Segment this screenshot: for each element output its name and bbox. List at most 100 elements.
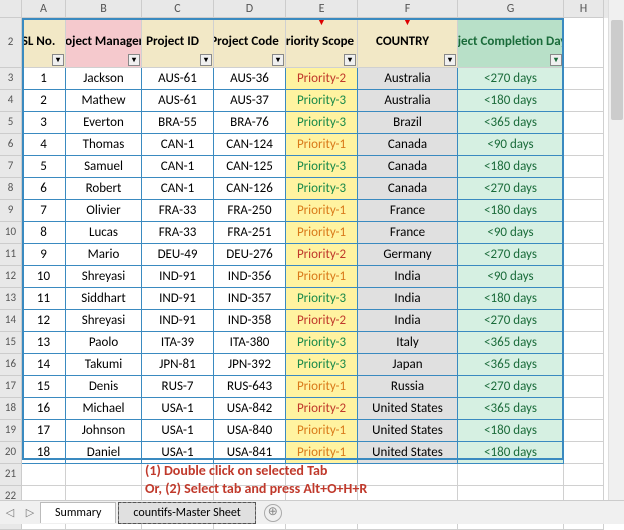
cell-sl[interactable]: 3: [22, 112, 66, 134]
cell-pcode[interactable]: CAN-126: [214, 178, 286, 200]
header-sl[interactable]: SL No.▾: [22, 18, 66, 68]
row-label-2[interactable]: 2: [0, 18, 22, 68]
cell-priority[interactable]: Priority-3: [286, 288, 358, 310]
cell-days[interactable]: <365 days: [458, 332, 564, 354]
cell-priority[interactable]: Priority-2: [286, 398, 358, 420]
cell-priority[interactable]: Priority-3: [286, 156, 358, 178]
cell-country[interactable]: France: [358, 200, 458, 222]
cell-days[interactable]: <180 days: [458, 442, 564, 464]
cell-pid[interactable]: IND-91: [142, 310, 214, 332]
cell-days[interactable]: <365 days: [458, 354, 564, 376]
cell-sl[interactable]: 7: [22, 200, 66, 222]
cell-sl[interactable]: 4: [22, 134, 66, 156]
filter-icon[interactable]: ▾: [550, 54, 562, 66]
row-label[interactable]: 9: [0, 200, 22, 222]
cell-empty[interactable]: [564, 376, 604, 398]
cell-sl[interactable]: 13: [22, 332, 66, 354]
cell-empty[interactable]: [564, 310, 604, 332]
filter-icon[interactable]: ▾: [200, 54, 212, 66]
cell-pcode[interactable]: IND-358: [214, 310, 286, 332]
cell-country[interactable]: India: [358, 310, 458, 332]
cell-sl[interactable]: 15: [22, 376, 66, 398]
cell-priority[interactable]: Priority-3: [286, 112, 358, 134]
cell-country[interactable]: France: [358, 222, 458, 244]
cell-pm[interactable]: Daniel: [66, 442, 142, 464]
cell-pcode[interactable]: ITA-380: [214, 332, 286, 354]
cell-empty[interactable]: [564, 398, 604, 420]
cell-pcode[interactable]: FRA-250: [214, 200, 286, 222]
cell-pcode[interactable]: USA-841: [214, 442, 286, 464]
cell-pm[interactable]: Everton: [66, 112, 142, 134]
cell-empty[interactable]: [564, 244, 604, 266]
cell-country[interactable]: Japan: [358, 354, 458, 376]
cell-pcode[interactable]: JPN-392: [214, 354, 286, 376]
cell-days[interactable]: <180 days: [458, 200, 564, 222]
row-label[interactable]: 17: [0, 376, 22, 398]
cell-empty[interactable]: [564, 134, 604, 156]
scrollbar-thumb[interactable]: [611, 20, 623, 120]
cell-country[interactable]: United States: [358, 420, 458, 442]
filter-icon[interactable]: ▾: [272, 54, 284, 66]
cell-sl[interactable]: 11: [22, 288, 66, 310]
tab-summary[interactable]: Summary: [40, 502, 116, 523]
cell-pid[interactable]: USA-1: [142, 398, 214, 420]
cell-empty[interactable]: [564, 420, 604, 442]
cell-empty[interactable]: [564, 156, 604, 178]
col-header-G[interactable]: G: [458, 0, 564, 18]
cell-empty[interactable]: [564, 112, 604, 134]
filter-icon[interactable]: ▾: [344, 54, 356, 66]
cell-days[interactable]: <270 days: [458, 178, 564, 200]
cell-pid[interactable]: BRA-55: [142, 112, 214, 134]
cell-priority[interactable]: Priority-2: [286, 68, 358, 90]
cell-pid[interactable]: DEU-49: [142, 244, 214, 266]
cell-pm[interactable]: Michael: [66, 398, 142, 420]
cell-priority[interactable]: Priority-1: [286, 134, 358, 156]
cell-pid[interactable]: FRA-33: [142, 200, 214, 222]
row-label[interactable]: 15: [0, 332, 22, 354]
cell-sl[interactable]: 14: [22, 354, 66, 376]
cell-country[interactable]: Canada: [358, 134, 458, 156]
cell-days[interactable]: <90 days: [458, 134, 564, 156]
cell-country[interactable]: Canada: [358, 156, 458, 178]
row-label[interactable]: 20: [0, 442, 22, 464]
cell-pm[interactable]: Mario: [66, 244, 142, 266]
cell-pm[interactable]: Takumi: [66, 354, 142, 376]
cell-pm[interactable]: Jackson: [66, 68, 142, 90]
cell-sl[interactable]: 16: [22, 398, 66, 420]
cell-pcode[interactable]: BRA-76: [214, 112, 286, 134]
cell-pid[interactable]: RUS-7: [142, 376, 214, 398]
row-label[interactable]: 16: [0, 354, 22, 376]
cell-pid[interactable]: CAN-1: [142, 134, 214, 156]
cell-pm[interactable]: Paolo: [66, 332, 142, 354]
col-header-C[interactable]: C: [142, 0, 214, 18]
header-pm[interactable]: Project Manager▾: [66, 18, 142, 68]
cell-sl[interactable]: 17: [22, 420, 66, 442]
cell-days[interactable]: <180 days: [458, 156, 564, 178]
cell-days[interactable]: <90 days: [458, 222, 564, 244]
cell-days[interactable]: <180 days: [458, 90, 564, 112]
cell-empty[interactable]: [564, 200, 604, 222]
col-header-E[interactable]: E: [286, 0, 358, 18]
cell-pm[interactable]: Samuel: [66, 156, 142, 178]
cell-pid[interactable]: CAN-1: [142, 178, 214, 200]
cell-country[interactable]: Australia: [358, 68, 458, 90]
col-header-H[interactable]: H: [564, 0, 604, 18]
cell-priority[interactable]: Priority-1: [286, 376, 358, 398]
cell-pcode[interactable]: IND-356: [214, 266, 286, 288]
cell-pid[interactable]: JPN-81: [142, 354, 214, 376]
cell-pm[interactable]: Lucas: [66, 222, 142, 244]
cell-empty[interactable]: [564, 222, 604, 244]
row-label[interactable]: 10: [0, 222, 22, 244]
cell-sl[interactable]: 9: [22, 244, 66, 266]
cell-pm[interactable]: Mathew: [66, 90, 142, 112]
cell-country[interactable]: Brazil: [358, 112, 458, 134]
cell-priority[interactable]: Priority-2: [286, 310, 358, 332]
cell-pcode[interactable]: DEU-276: [214, 244, 286, 266]
cell-empty[interactable]: [564, 288, 604, 310]
cell-sl[interactable]: 18: [22, 442, 66, 464]
filter-icon[interactable]: ▾: [52, 54, 64, 66]
cell-country[interactable]: India: [358, 266, 458, 288]
header-pcode[interactable]: Project Code▾: [214, 18, 286, 68]
cell-pcode[interactable]: RUS-643: [214, 376, 286, 398]
cell-empty[interactable]: [564, 332, 604, 354]
